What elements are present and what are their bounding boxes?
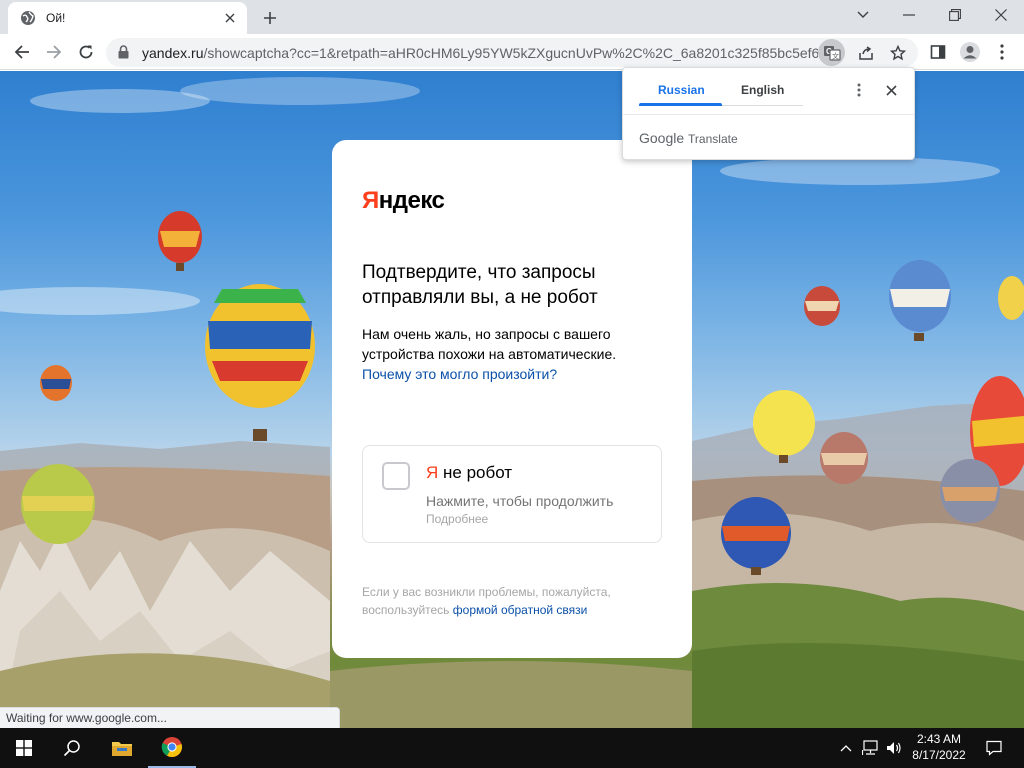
brand-translate: Translate xyxy=(688,132,738,146)
browser-toolbar: yandex.ru/showcaptcha?cc=1&retpath=aHR0c… xyxy=(0,34,1024,70)
network-icon[interactable] xyxy=(860,728,882,768)
captcha-card: Яндекс Подтвердите, что запросы отправля… xyxy=(332,140,692,658)
menu-dots-icon[interactable] xyxy=(988,38,1016,66)
not-robot-box[interactable]: Я не робот Нажмите, чтобы продолжить Под… xyxy=(362,445,662,543)
captcha-description: Нам очень жаль, но запросы с вашего устр… xyxy=(362,324,662,384)
share-icon[interactable] xyxy=(852,39,879,66)
status-bubble: Waiting for www.google.com... xyxy=(0,707,340,728)
tab-divider xyxy=(722,105,803,106)
translate-close-icon[interactable] xyxy=(881,80,901,100)
windows-taskbar: 2:43 AM 8/17/2022 xyxy=(0,728,1024,768)
logo-first-letter: Я xyxy=(362,187,379,214)
chevron-up-icon[interactable] xyxy=(836,728,856,768)
tab-search-icon[interactable] xyxy=(840,0,886,30)
tab-source-language[interactable]: Russian xyxy=(658,83,705,97)
translate-menu-icon[interactable] xyxy=(849,80,869,100)
restore-icon[interactable] xyxy=(932,0,978,30)
minimize-icon[interactable] xyxy=(886,0,932,30)
description-text: Нам очень жаль, но запросы с вашего устр… xyxy=(362,326,617,362)
tab-close-icon[interactable] xyxy=(219,7,241,29)
more-info-link[interactable]: Подробнее xyxy=(426,512,488,526)
url-text[interactable]: yandex.ru/showcaptcha?cc=1&retpath=aHR0c… xyxy=(142,45,818,61)
browser-tab[interactable]: Ой! xyxy=(8,2,247,34)
tab-title: Ой! xyxy=(46,11,66,25)
brand-google: Google xyxy=(639,130,685,146)
volume-icon[interactable] xyxy=(884,728,904,768)
url-host: yandex.ru xyxy=(142,45,204,61)
reload-icon[interactable] xyxy=(72,38,100,66)
translate-icon[interactable]: G文 xyxy=(818,39,845,66)
close-window-icon[interactable] xyxy=(978,0,1024,30)
svg-text:文: 文 xyxy=(832,51,839,60)
chrome-icon[interactable] xyxy=(148,728,196,768)
address-bar[interactable]: yandex.ru/showcaptcha?cc=1&retpath=aHR0c… xyxy=(106,38,918,67)
tab-target-language[interactable]: English xyxy=(741,83,784,97)
bookmark-star-icon[interactable] xyxy=(884,39,911,66)
translate-popup: Russian English Google Translate xyxy=(622,67,915,160)
new-tab-icon[interactable] xyxy=(258,6,282,30)
page-viewport: Яндекс Подтвердите, что запросы отправля… xyxy=(0,71,1024,728)
logo-rest: ндекс xyxy=(378,187,445,214)
clock-date: 8/17/2022 xyxy=(912,748,966,762)
url-path: /showcaptcha?cc=1&retpath=aHR0cHM6Ly95YW… xyxy=(203,45,818,61)
not-robot-label: Я не робот xyxy=(426,463,512,483)
back-icon[interactable] xyxy=(8,38,36,66)
why-link[interactable]: Почему это могло произойти? xyxy=(362,366,557,382)
notifications-icon[interactable] xyxy=(976,728,1012,768)
yandex-logo[interactable]: Яндекс xyxy=(362,187,445,215)
captcha-heading: Подтвердите, что запросы отправляли вы, … xyxy=(362,262,598,308)
forward-icon[interactable] xyxy=(40,38,68,66)
side-panel-icon[interactable] xyxy=(924,38,952,66)
clock-time: 2:43 AM xyxy=(916,732,962,746)
not-robot-ya: Я xyxy=(426,463,439,482)
translate-language-tabs: Russian English xyxy=(623,68,914,115)
file-explorer-icon[interactable] xyxy=(98,728,146,768)
search-icon[interactable] xyxy=(48,728,96,768)
not-robot-text: не робот xyxy=(443,463,513,482)
lock-icon[interactable] xyxy=(118,45,129,64)
feedback-note: Если у вас возникли проблемы, пожалуйста… xyxy=(362,583,662,619)
active-tab-indicator xyxy=(639,103,722,106)
start-windows-icon[interactable] xyxy=(0,728,48,768)
not-robot-checkbox[interactable] xyxy=(382,462,410,490)
profile-icon[interactable] xyxy=(956,38,984,66)
feedback-form-link[interactable]: формой обратной связи xyxy=(453,603,588,617)
system-clock[interactable]: 2:43 AM 8/17/2022 xyxy=(906,731,972,763)
google-translate-brand: Google Translate xyxy=(639,130,738,146)
globe-icon xyxy=(20,10,36,26)
not-robot-hint: Нажмите, чтобы продолжить xyxy=(426,493,614,509)
tab-strip: Ой! xyxy=(0,0,1024,34)
